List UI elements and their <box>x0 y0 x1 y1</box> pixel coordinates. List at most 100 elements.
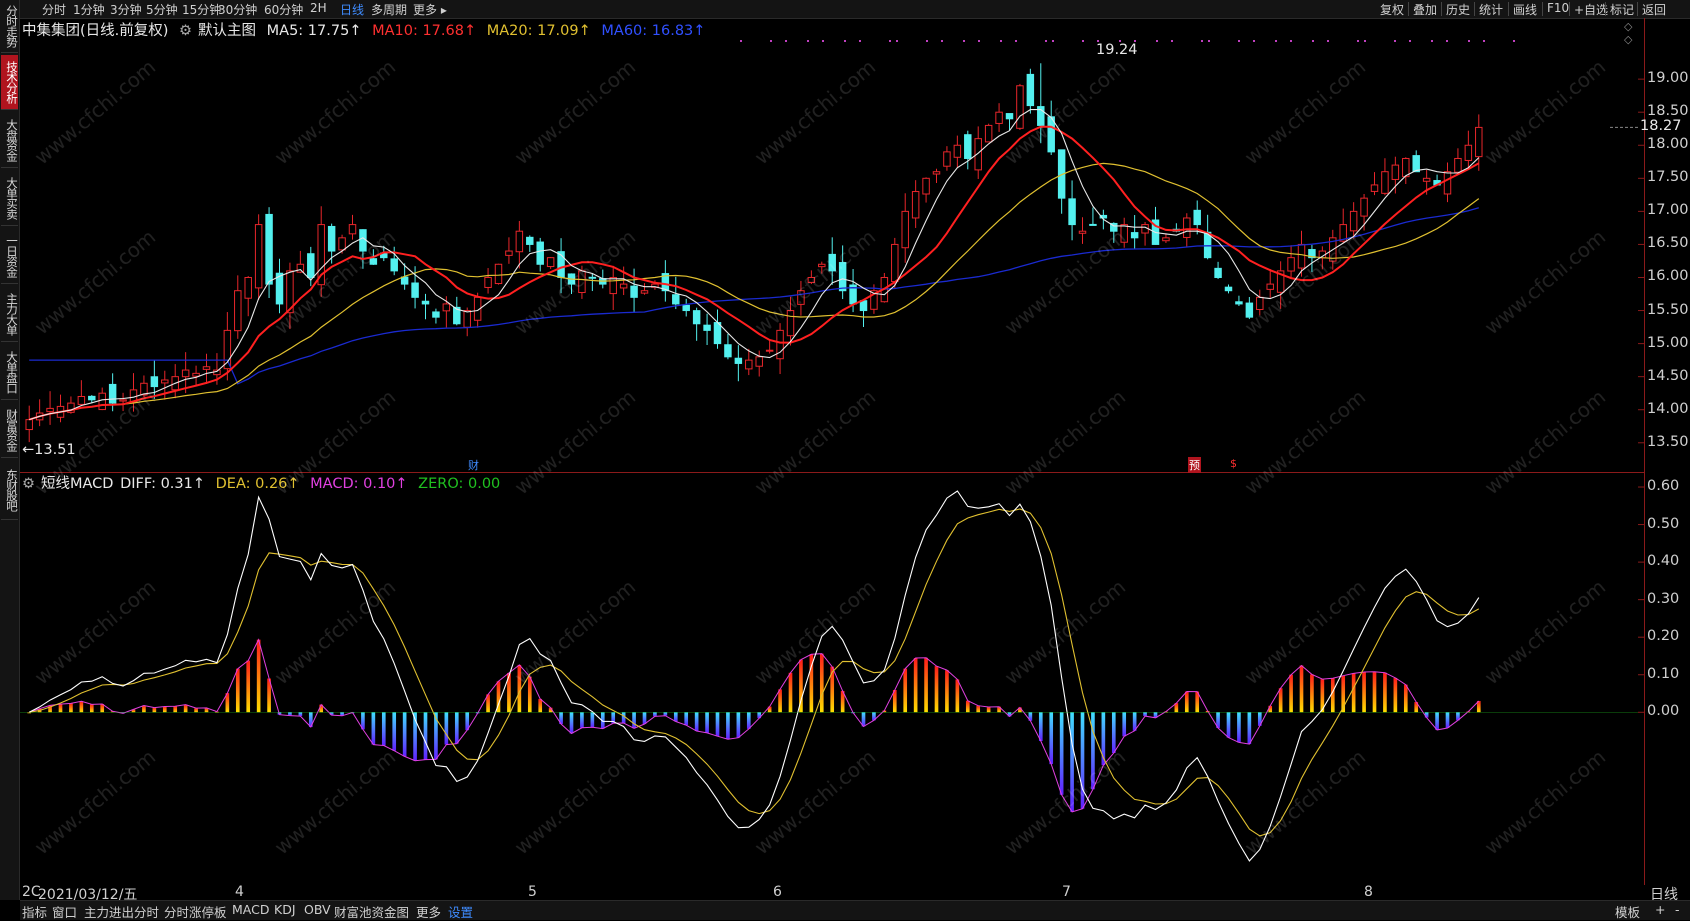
stock-title[interactable]: 中集集团(日线.前复权) <box>22 23 168 39</box>
candle-body <box>1287 257 1295 272</box>
timeframe-4[interactable]: 15分钟 <box>182 1 221 18</box>
timeframe-3[interactable]: 5分钟 <box>146 1 178 18</box>
timeframe-9[interactable]: 多周期 <box>371 1 407 18</box>
tool-separator <box>1637 2 1638 16</box>
macd-chart-svg[interactable] <box>20 472 1644 885</box>
price-tick-1: 18.50 <box>1647 103 1689 120</box>
macd-bar <box>1184 691 1189 713</box>
bottom-tab-1[interactable]: 窗口 <box>52 902 77 921</box>
main-chart-svg[interactable] <box>20 18 1644 472</box>
bottom-tab-6[interactable]: OBV <box>304 902 331 917</box>
event-dot <box>1171 40 1173 42</box>
macd-bar <box>621 712 626 724</box>
candle-body <box>630 285 638 298</box>
price-tick-0: 19.00 <box>1647 70 1689 87</box>
bottom-tab-2[interactable]: 主力进出分时 <box>84 902 159 921</box>
sidebar-tab-8[interactable]: 东财股吧 <box>1 460 19 520</box>
chart-controls[interactable]: ◇ ◇ <box>1624 20 1644 46</box>
macd-tick-4: 0.20 <box>1647 628 1680 645</box>
left-sidebar: 分时走势技术分析大盘资金大单买卖一日资金主力大单大单盘口财富资金东财股吧 <box>0 0 20 900</box>
bottom-right-2[interactable]: - <box>1675 902 1680 917</box>
candle-body <box>797 290 805 305</box>
event-dot <box>978 40 980 42</box>
event-dot <box>1238 40 1240 42</box>
tool-6[interactable]: +自选 <box>1574 1 1608 18</box>
tool-3[interactable]: 统计 <box>1479 1 1503 18</box>
macd-bar <box>162 706 167 713</box>
macd-bar <box>527 676 532 713</box>
price-tick-8: 15.00 <box>1647 334 1689 351</box>
macd-bar <box>1237 712 1241 743</box>
chart-name[interactable]: 默认主图 <box>198 23 256 39</box>
event-badge-yu[interactable]: 预 <box>1188 457 1201 473</box>
macd-bar <box>173 706 178 713</box>
bottom-tab-8[interactable]: 更多 <box>416 902 441 921</box>
bottom-tab-7[interactable]: 财富池资金图 <box>334 902 409 921</box>
gear-icon[interactable]: ⚙ <box>179 23 192 39</box>
macd-bar <box>569 712 574 734</box>
bottom-right-1[interactable]: + <box>1655 902 1665 917</box>
bottom-tab-3[interactable]: 分时涨停板 <box>164 902 227 921</box>
candle-body <box>338 237 346 251</box>
event-dot <box>1327 40 1329 42</box>
timeframe-0[interactable]: 分时 <box>42 1 66 18</box>
gear-icon[interactable]: ⚙ <box>22 476 35 492</box>
macd-tick-5: 0.10 <box>1647 665 1680 682</box>
event-badge-cai[interactable]: 财 <box>468 457 479 473</box>
macd-bar <box>590 712 595 728</box>
sidebar-tab-3[interactable]: 大单买卖 <box>1 170 19 226</box>
macd-bar <box>965 700 970 713</box>
event-dot <box>926 40 928 42</box>
bottom-tab-5[interactable]: KDJ <box>274 902 296 917</box>
macd-bar <box>1091 712 1095 790</box>
tool-4[interactable]: 画线 <box>1513 1 1537 18</box>
candle-body <box>108 383 117 404</box>
timeframe-2[interactable]: 3分钟 <box>110 1 142 18</box>
low-annotation: ←13.51 <box>22 442 76 458</box>
main-chart-panel[interactable]: 中集集团(日线.前复权) ⚙ 默认主图 MA5: 17.75↑ MA10: 17.… <box>20 18 1682 473</box>
sidebar-tab-0[interactable]: 分时走势 <box>1 0 19 53</box>
candle-body <box>1475 126 1483 158</box>
tool-7[interactable]: 标记 <box>1610 1 1634 18</box>
tool-2[interactable]: 历史 <box>1446 1 1470 18</box>
candle-body <box>1297 243 1306 269</box>
candle-body <box>755 356 763 367</box>
sidebar-tab-1[interactable]: 技术分析 <box>1 55 19 110</box>
bottom-right-0[interactable]: 模板 <box>1615 902 1640 921</box>
sidebar-tab-4[interactable]: 一日资金 <box>1 228 19 284</box>
candle-body <box>254 224 263 289</box>
tool-0[interactable]: 复权 <box>1380 1 1404 18</box>
macd-bar <box>79 701 84 713</box>
candle-body <box>1005 113 1014 120</box>
candle-body <box>432 311 440 318</box>
tool-1[interactable]: 叠加 <box>1413 1 1437 18</box>
macd-bar <box>684 712 689 726</box>
timeframe-7[interactable]: 2H <box>310 1 327 15</box>
bottom-tab-9[interactable]: 设置 <box>448 902 473 921</box>
sidebar-tab-2[interactable]: 大盘资金 <box>1 112 19 168</box>
bottom-tabs: 指标 窗口 主力进出分时 分时涨停板 MACD KDJ OBV 财富池资金图 更多 设置 模板 + - <box>20 900 1690 920</box>
candle-body <box>1130 232 1139 239</box>
timeframe-8[interactable]: 日线 <box>340 1 364 18</box>
tool-8[interactable]: 返回 <box>1642 1 1666 18</box>
bottom-tab-4[interactable]: MACD <box>232 902 269 917</box>
candle-body <box>1464 144 1473 161</box>
sidebar-tab-7[interactable]: 财富资金 <box>1 402 19 458</box>
candle-body <box>609 276 617 295</box>
tool-5[interactable]: F10 <box>1547 1 1569 15</box>
timeframe-10[interactable]: 更多 ▸ <box>413 1 447 18</box>
event-dot <box>896 40 898 42</box>
macd-bar <box>402 712 407 757</box>
sidebar-tab-6[interactable]: 大单盘口 <box>1 344 19 400</box>
timeframe-6[interactable]: 60分钟 <box>264 1 303 18</box>
macd-panel[interactable]: ⚙ 短线MACD DIFF: 0.31↑ DEA: 0.26↑ MACD: 0.1… <box>20 472 1645 885</box>
macd-title[interactable]: 短线MACD <box>41 476 113 492</box>
macd-bar <box>726 712 730 740</box>
bottom-tab-0[interactable]: 指标 <box>22 902 47 921</box>
timeframe-5[interactable]: 30分钟 <box>218 1 257 18</box>
sidebar-tab-5[interactable]: 主力大单 <box>1 286 19 342</box>
price-tick-6: 16.00 <box>1647 268 1689 285</box>
timeframe-1[interactable]: 1分钟 <box>73 1 105 18</box>
tool-separator <box>1542 2 1543 16</box>
event-badge-s[interactable]: $ <box>1230 457 1237 470</box>
